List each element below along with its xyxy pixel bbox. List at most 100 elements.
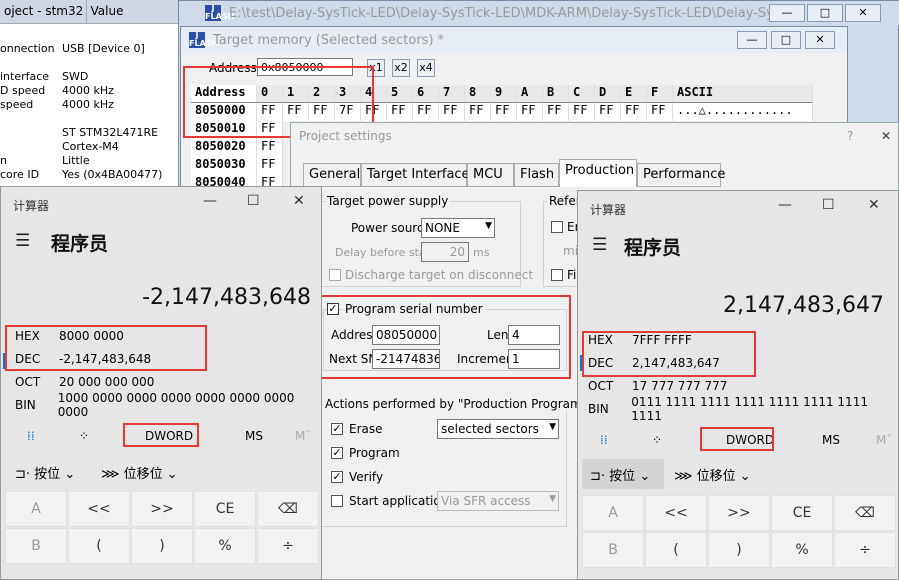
- key-left-shift[interactable]: <<: [68, 491, 130, 527]
- key-ce[interactable]: CE: [771, 495, 833, 531]
- start-mode-select[interactable]: Via SFR access ▼: [437, 491, 559, 511]
- highlight-box: [123, 423, 199, 447]
- mode-title: 程序员: [51, 233, 109, 255]
- bitwise-button[interactable]: ⊐· 按位 ⌄: [582, 459, 664, 489]
- memory-list-button[interactable]: Mˇ: [876, 433, 892, 447]
- bitwise-icon: ⊐·: [15, 467, 31, 482]
- mode-title: 程序员: [624, 237, 682, 259]
- key-percent[interactable]: %: [194, 528, 256, 564]
- key-divide[interactable]: ÷: [257, 528, 319, 564]
- minimize-button[interactable]: —: [778, 197, 792, 213]
- highlight-box: [318, 295, 571, 379]
- bin-row[interactable]: BIN 0111 1111 1111 1111 1111 1111 1111 11…: [588, 395, 898, 423]
- highlight-box: [700, 427, 774, 451]
- close-icon[interactable]: ✕: [881, 129, 891, 143]
- keypad-icon[interactable]: ⁞⁞: [600, 433, 652, 447]
- menu-icon[interactable]: ☰: [15, 231, 30, 251]
- properties-title: oject - stm32: [4, 4, 84, 18]
- zoom-x2-button[interactable]: x2: [392, 59, 410, 77]
- key-ce[interactable]: CE: [194, 491, 256, 527]
- program-label: Program: [349, 446, 400, 460]
- tab-flash[interactable]: Flash: [514, 163, 559, 187]
- start-application-checkbox[interactable]: [331, 495, 343, 507]
- maximize-button[interactable]: □: [771, 31, 801, 49]
- backspace-icon[interactable]: ⌫: [834, 495, 896, 531]
- key-divide[interactable]: ÷: [834, 532, 896, 568]
- key-left-shift[interactable]: <<: [645, 495, 707, 531]
- key-b[interactable]: B: [582, 532, 644, 568]
- property-row: n Little: [0, 154, 90, 167]
- oct-row[interactable]: OCT 17 777 777 777: [588, 375, 727, 397]
- discharge-checkbox[interactable]: [329, 269, 341, 281]
- jflash-logo-icon: J FLASH: [189, 31, 219, 48]
- chevron-down-icon: ▼: [485, 221, 492, 231]
- zoom-x4-button[interactable]: x4: [417, 59, 435, 77]
- result-display: 2,147,483,647: [723, 293, 884, 318]
- backspace-icon[interactable]: ⌫: [257, 491, 319, 527]
- key-right-shift[interactable]: >>: [708, 495, 770, 531]
- reference-fi-checkbox[interactable]: [551, 269, 563, 281]
- erase-checkbox[interactable]: ✓: [331, 423, 343, 435]
- value-column-header: Value: [85, 0, 184, 23]
- tab-mcu[interactable]: MCU: [467, 163, 514, 187]
- memory-store-button[interactable]: MS: [822, 433, 876, 447]
- tab-general[interactable]: General: [303, 163, 361, 187]
- property-row: Cortex-M4: [62, 140, 119, 153]
- key-percent[interactable]: %: [771, 532, 833, 568]
- actions-title: Actions performed by "Production Program…: [323, 397, 620, 411]
- close-button[interactable]: ✕: [805, 31, 835, 49]
- verify-label: Verify: [349, 470, 384, 484]
- key-a[interactable]: A: [582, 495, 644, 531]
- bitshift-icon: ⋙: [101, 467, 120, 482]
- close-button[interactable]: ✕: [868, 197, 880, 213]
- calculator-left: 计算器 — ☐ ✕ ☰ 程序员 -2,147,483,648 HEX 8000 0…: [0, 186, 322, 580]
- calculator-title: 计算器: [13, 199, 50, 213]
- minimize-button[interactable]: —: [737, 31, 767, 49]
- key-a[interactable]: A: [5, 491, 67, 527]
- bitshift-button[interactable]: ⋙ 位移位 ⌄: [674, 465, 751, 484]
- bitwise-button[interactable]: ⊐· 按位 ⌄: [15, 463, 75, 482]
- menu-icon[interactable]: ☰: [592, 235, 607, 255]
- close-button[interactable]: ✕: [293, 193, 305, 209]
- highlight-box: [582, 331, 756, 377]
- reference-fi-label: Fi: [567, 268, 577, 282]
- key-right-shift[interactable]: >>: [131, 491, 193, 527]
- tab-production[interactable]: Production: [559, 159, 637, 187]
- verify-checkbox[interactable]: ✓: [331, 471, 343, 483]
- discharge-label: Discharge target on disconnect: [345, 268, 534, 282]
- bin-row[interactable]: BIN 1000 0000 0000 0000 0000 0000 0000 00…: [15, 391, 321, 419]
- minimize-button[interactable]: —: [769, 4, 805, 22]
- maximize-button[interactable]: ☐: [247, 193, 260, 209]
- erase-mode-select[interactable]: selected sectors ▼: [437, 419, 559, 439]
- tab-target-interface[interactable]: Target Interface: [361, 163, 470, 187]
- reference-checkbox[interactable]: [551, 221, 563, 233]
- key-close-paren[interactable]: ): [708, 532, 770, 568]
- oct-row[interactable]: OCT 20 000 000 000: [15, 371, 154, 393]
- power-source-select[interactable]: NONE ▼: [421, 218, 495, 238]
- key-open-paren[interactable]: (: [68, 528, 130, 564]
- memory-store-button[interactable]: MS: [245, 429, 295, 443]
- program-checkbox[interactable]: ✓: [331, 447, 343, 459]
- bitshift-button[interactable]: ⋙ 位移位 ⌄: [101, 463, 178, 482]
- property-row: onnection USB [Device 0]: [0, 42, 145, 55]
- bitwise-icon: ⊐·: [590, 469, 606, 484]
- maximize-button[interactable]: ☐: [822, 197, 835, 213]
- delay-input[interactable]: 20: [421, 242, 469, 262]
- help-button[interactable]: ?: [847, 129, 853, 143]
- tab-performance[interactable]: Performance: [637, 163, 725, 187]
- key-open-paren[interactable]: (: [645, 532, 707, 568]
- bitshift-icon: ⋙: [674, 469, 693, 484]
- keypad-icon[interactable]: ⁞⁞: [27, 429, 79, 443]
- calculator-title: 计算器: [590, 203, 627, 217]
- delay-unit: ms: [473, 246, 490, 259]
- minimize-button[interactable]: —: [203, 193, 217, 209]
- key-b[interactable]: B: [5, 528, 67, 564]
- target-power-title: Target power supply: [325, 194, 451, 208]
- erase-label: Erase: [349, 422, 383, 436]
- maximize-button[interactable]: □: [807, 4, 843, 22]
- key-close-paren[interactable]: ): [131, 528, 193, 564]
- property-row: interface SWD: [0, 70, 89, 83]
- close-button[interactable]: ✕: [845, 4, 881, 22]
- highlight-box: [5, 325, 207, 371]
- memory-list-button[interactable]: Mˇ: [295, 429, 311, 443]
